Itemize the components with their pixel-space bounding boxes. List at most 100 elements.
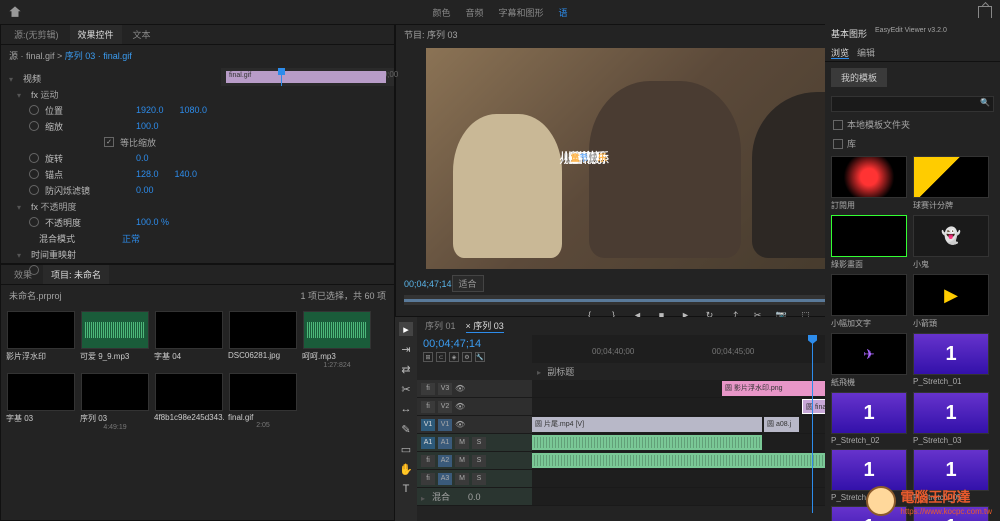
template-item[interactable]: 1P_Stretch_01 — [913, 333, 991, 388]
export-icon[interactable] — [978, 6, 992, 18]
scale-value[interactable]: 100.0 — [136, 121, 159, 131]
track-toggle[interactable]: fi — [421, 383, 435, 395]
bin-item[interactable]: 字基 04 — [154, 311, 224, 369]
stopwatch-icon[interactable] — [29, 217, 39, 227]
template-item[interactable]: 訂閱用 — [831, 156, 909, 211]
subtab-browse[interactable]: 浏览 — [831, 46, 849, 59]
track-target-a3[interactable]: A3 — [438, 473, 452, 485]
track-target-v1[interactable]: V1 — [438, 419, 452, 431]
razor-tool-icon[interactable]: ✂ — [399, 382, 413, 396]
twirl-icon[interactable] — [17, 90, 25, 98]
tab-text[interactable]: 文本 — [125, 25, 159, 44]
stopwatch-icon[interactable] — [29, 153, 39, 163]
tab-color[interactable]: 颜色 — [432, 6, 450, 19]
template-item[interactable]: 1P_Stretch_02 — [831, 392, 909, 445]
clip-a2[interactable] — [532, 453, 852, 468]
twirl-icon[interactable] — [17, 250, 25, 258]
tab-captions[interactable]: 语 — [559, 6, 568, 19]
template-item[interactable]: 球赛计分牌 — [913, 156, 991, 211]
tab-graphics[interactable]: 字幕和图形 — [499, 6, 544, 19]
track-target-v2[interactable]: V2 — [438, 401, 452, 413]
template-item[interactable]: 綠影畫面 — [831, 215, 909, 270]
template-item[interactable]: ✈紙飛機 — [831, 333, 909, 388]
snap-icon[interactable]: ⊞ — [423, 352, 433, 362]
eye-icon[interactable]: 👁 — [455, 420, 465, 429]
track-source-v1[interactable]: V1 — [421, 419, 435, 431]
mix-value[interactable]: 0.0 — [468, 492, 481, 502]
position-x[interactable]: 1920.0 — [136, 105, 164, 115]
tab-source[interactable]: 源:(无剪辑) — [6, 25, 67, 44]
tab-easyedit[interactable]: EasyEdit Viewer v3.2.0 — [875, 27, 947, 41]
tab-essential-graphics[interactable]: 基本图形 — [831, 27, 867, 41]
timeline-timecode[interactable]: 00;04;47;14 — [423, 338, 526, 350]
tab-audio[interactable]: 音频 — [465, 6, 483, 19]
sequence-tab-active[interactable]: × 序列 03 — [466, 319, 504, 333]
pen-tool-icon[interactable]: ✎ — [399, 422, 413, 436]
anchor-x[interactable]: 128.0 — [136, 169, 159, 179]
eye-icon[interactable]: 👁 — [455, 384, 465, 393]
opacity-value[interactable]: 100.0 % — [136, 217, 169, 227]
twirl-icon[interactable] — [9, 74, 17, 82]
link-icon[interactable]: ⊂ — [436, 352, 446, 362]
stopwatch-icon[interactable] — [29, 105, 39, 115]
track-target-a1[interactable]: A1 — [438, 437, 452, 449]
clip-bar[interactable]: final.gif — [226, 71, 386, 83]
timeline-playhead[interactable] — [812, 335, 813, 513]
bin-item[interactable]: final.gif2:05 — [228, 373, 298, 431]
stopwatch-icon[interactable] — [29, 169, 39, 179]
tab-effect-controls[interactable]: 效果控件 — [70, 25, 122, 44]
sequence-tab[interactable]: 序列 01 — [425, 319, 456, 333]
my-templates-button[interactable]: 我的模板 — [831, 68, 887, 87]
template-item[interactable]: 1P_Stretch_03 — [913, 392, 991, 445]
stopwatch-icon[interactable] — [29, 185, 39, 195]
hand-tool-icon[interactable]: ✋ — [399, 462, 413, 476]
track-source-a1[interactable]: A1 — [421, 437, 435, 449]
solo-button[interactable]: S — [472, 437, 486, 449]
template-item[interactable]: ▶小箭頭 — [913, 274, 991, 329]
effect-timeline[interactable]: 00;04;40;00 00;04;49;00 final.gif — [221, 68, 394, 86]
track-target-v3[interactable]: V3 — [438, 383, 452, 395]
mute-button[interactable]: M — [455, 455, 469, 467]
twirl-icon[interactable] — [537, 367, 545, 375]
program-timecode-left[interactable]: 00;04;47;14 — [404, 279, 452, 289]
blend-value[interactable]: 正常 — [122, 232, 140, 245]
twirl-icon[interactable] — [421, 493, 429, 501]
bin-item[interactable]: 序列 034:49:19 — [80, 373, 150, 431]
mute-button[interactable]: M — [455, 437, 469, 449]
local-folder-checkbox[interactable] — [833, 120, 843, 130]
bin-item[interactable]: 呵呵.mp31:27:824 — [302, 311, 372, 369]
type-tool-icon[interactable]: T — [399, 482, 413, 496]
marker-icon[interactable]: ◈ — [449, 352, 459, 362]
settings-icon[interactable]: ⚙ — [462, 352, 472, 362]
template-item[interactable]: 小鬼 — [913, 215, 991, 270]
stopwatch-icon[interactable] — [29, 265, 39, 275]
tab-project[interactable]: 项目: 未命名 — [43, 265, 109, 284]
bin-item[interactable]: 影片浮水印 — [6, 311, 76, 369]
home-icon[interactable] — [8, 5, 22, 19]
bin-item[interactable]: 4f8b1c98e245d343... — [154, 373, 224, 431]
ripple-tool-icon[interactable]: ⇄ — [399, 362, 413, 376]
position-y[interactable]: 1080.0 — [180, 105, 208, 115]
antiflicker-value[interactable]: 0.00 — [136, 185, 154, 195]
template-item[interactable]: 小幅加文字 — [831, 274, 909, 329]
twirl-icon[interactable] — [17, 202, 25, 210]
anchor-y[interactable]: 140.0 — [175, 169, 198, 179]
eye-icon[interactable]: 👁 — [455, 402, 465, 411]
clip-v1a[interactable]: 圆 片尾.mp4 [V] — [532, 417, 762, 432]
solo-button[interactable]: S — [472, 473, 486, 485]
bin-item[interactable]: DSC06281.jpg — [228, 311, 298, 369]
rotation-value[interactable]: 0.0 — [136, 153, 149, 163]
rect-tool-icon[interactable]: ▭ — [399, 442, 413, 456]
stopwatch-icon[interactable] — [29, 121, 39, 131]
slip-tool-icon[interactable]: ↔ — [399, 402, 413, 416]
search-input[interactable] — [831, 96, 994, 112]
playhead[interactable] — [281, 68, 282, 86]
track-target-a2[interactable]: A2 — [438, 455, 452, 467]
stock-checkbox[interactable] — [833, 139, 843, 149]
track-toggle[interactable]: fi — [421, 455, 435, 467]
mute-button[interactable]: M — [455, 473, 469, 485]
wrench-icon[interactable]: 🔧 — [475, 352, 485, 362]
track-select-tool-icon[interactable]: ⇥ — [399, 342, 413, 356]
solo-button[interactable]: S — [472, 455, 486, 467]
uniform-scale-checkbox[interactable]: ✓ — [104, 137, 114, 147]
